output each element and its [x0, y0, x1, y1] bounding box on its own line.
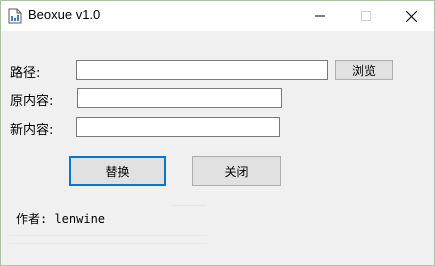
title-bar[interactable]: Beoxue v1.0 [1, 1, 434, 31]
maximize-button[interactable] [343, 1, 389, 31]
divider [9, 235, 207, 236]
close-icon [405, 10, 417, 22]
app-icon [8, 8, 22, 24]
divider [171, 205, 206, 206]
divider [9, 243, 207, 244]
minimize-button[interactable] [297, 1, 343, 31]
original-content-label: 原内容: [10, 94, 54, 109]
close-window-button[interactable] [388, 1, 434, 31]
app-window: Beoxue v1.0 路径: 浏览 原内容: 新内容: 替换 关闭 作者: l… [0, 0, 435, 266]
new-content-label: 新内容: [10, 123, 54, 138]
replace-button[interactable]: 替换 [69, 156, 166, 186]
path-label: 路径: [10, 66, 41, 81]
new-content-input[interactable] [76, 117, 280, 137]
original-content-input[interactable] [77, 88, 282, 108]
maximize-icon [361, 11, 371, 21]
close-button[interactable]: 关闭 [192, 156, 281, 186]
browse-button[interactable]: 浏览 [335, 60, 393, 80]
author-label: 作者: lenwine [16, 212, 106, 226]
window-title: Beoxue v1.0 [28, 7, 101, 22]
path-input[interactable] [76, 60, 328, 80]
minimize-icon [315, 15, 325, 17]
